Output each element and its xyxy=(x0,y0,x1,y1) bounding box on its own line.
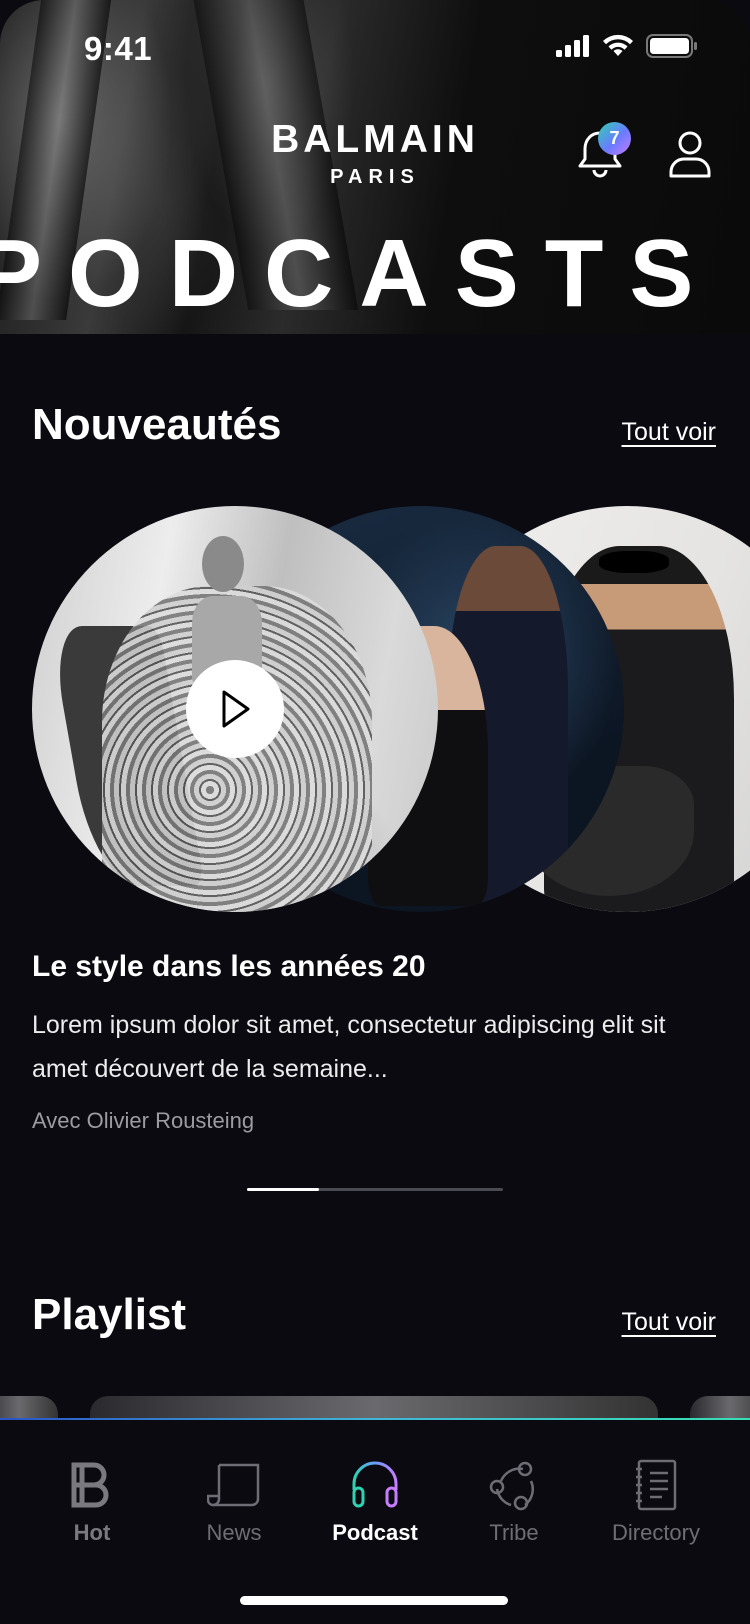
hero-title: PODCASTS xyxy=(0,220,720,327)
tab-podcast[interactable]: Podcast xyxy=(305,1456,445,1546)
notification-badge: 7 xyxy=(598,122,631,155)
tab-label: Podcast xyxy=(332,1520,418,1545)
tab-label: Hot xyxy=(73,1520,111,1545)
carousel-progress-fill xyxy=(247,1188,319,1191)
hero-banner: 9:41 BALMAIN PARIS 7 PODCASTS xyxy=(0,0,750,334)
playlist-card[interactable] xyxy=(90,1396,658,1420)
playlist-card[interactable] xyxy=(0,1396,58,1420)
tab-label: Tribe xyxy=(489,1520,539,1545)
tab-news[interactable]: News xyxy=(164,1456,304,1546)
cover-figure xyxy=(599,551,669,573)
tab-label: Directory xyxy=(611,1520,700,1545)
brand-logo[interactable]: BALMAIN PARIS xyxy=(0,118,750,189)
carousel-progress xyxy=(247,1188,503,1191)
tab-bar: Hot News Podcast Tribe Directory xyxy=(0,1418,750,1624)
section-title-new: Nouveautés xyxy=(32,400,282,449)
status-icons xyxy=(556,34,698,58)
app-screen: 9:41 BALMAIN PARIS 7 PODCASTS Nouveautés… xyxy=(0,0,750,1624)
signal-icon xyxy=(556,35,589,57)
home-indicator xyxy=(240,1596,508,1605)
tab-directory[interactable]: Directory xyxy=(586,1456,726,1546)
wifi-icon xyxy=(603,34,633,56)
tab-label: News xyxy=(206,1520,262,1545)
status-time: 9:41 xyxy=(84,30,153,67)
tribe-icon xyxy=(489,1461,534,1511)
tab-tribe[interactable]: Tribe xyxy=(444,1456,584,1546)
profile-button[interactable] xyxy=(668,130,712,178)
section-title-playlist: Playlist xyxy=(32,1290,187,1339)
episode-host: Avec Olivier Rousteing xyxy=(32,1108,255,1133)
play-icon xyxy=(222,690,250,728)
brand-subtitle: PARIS xyxy=(330,166,420,188)
user-icon xyxy=(669,131,711,178)
tab-bar-divider xyxy=(0,1418,750,1420)
see-all-playlist-link[interactable]: Tout voir xyxy=(622,1308,716,1337)
headphones-icon xyxy=(352,1461,398,1508)
battery-icon xyxy=(646,34,697,58)
play-button[interactable] xyxy=(186,660,284,758)
directory-icon xyxy=(636,1459,677,1511)
episode-title[interactable]: Le style dans les années 20 xyxy=(32,950,426,984)
news-icon xyxy=(207,1463,260,1507)
tab-hot[interactable]: Hot xyxy=(22,1456,162,1546)
balmain-b-icon xyxy=(71,1462,109,1508)
see-all-new-link[interactable]: Tout voir xyxy=(622,418,716,447)
playlist-card[interactable] xyxy=(690,1396,750,1420)
brand-name: BALMAIN xyxy=(271,118,479,161)
cover-figure xyxy=(202,536,244,592)
episode-description: Lorem ipsum dolor sit amet, consectetur … xyxy=(32,1011,666,1083)
